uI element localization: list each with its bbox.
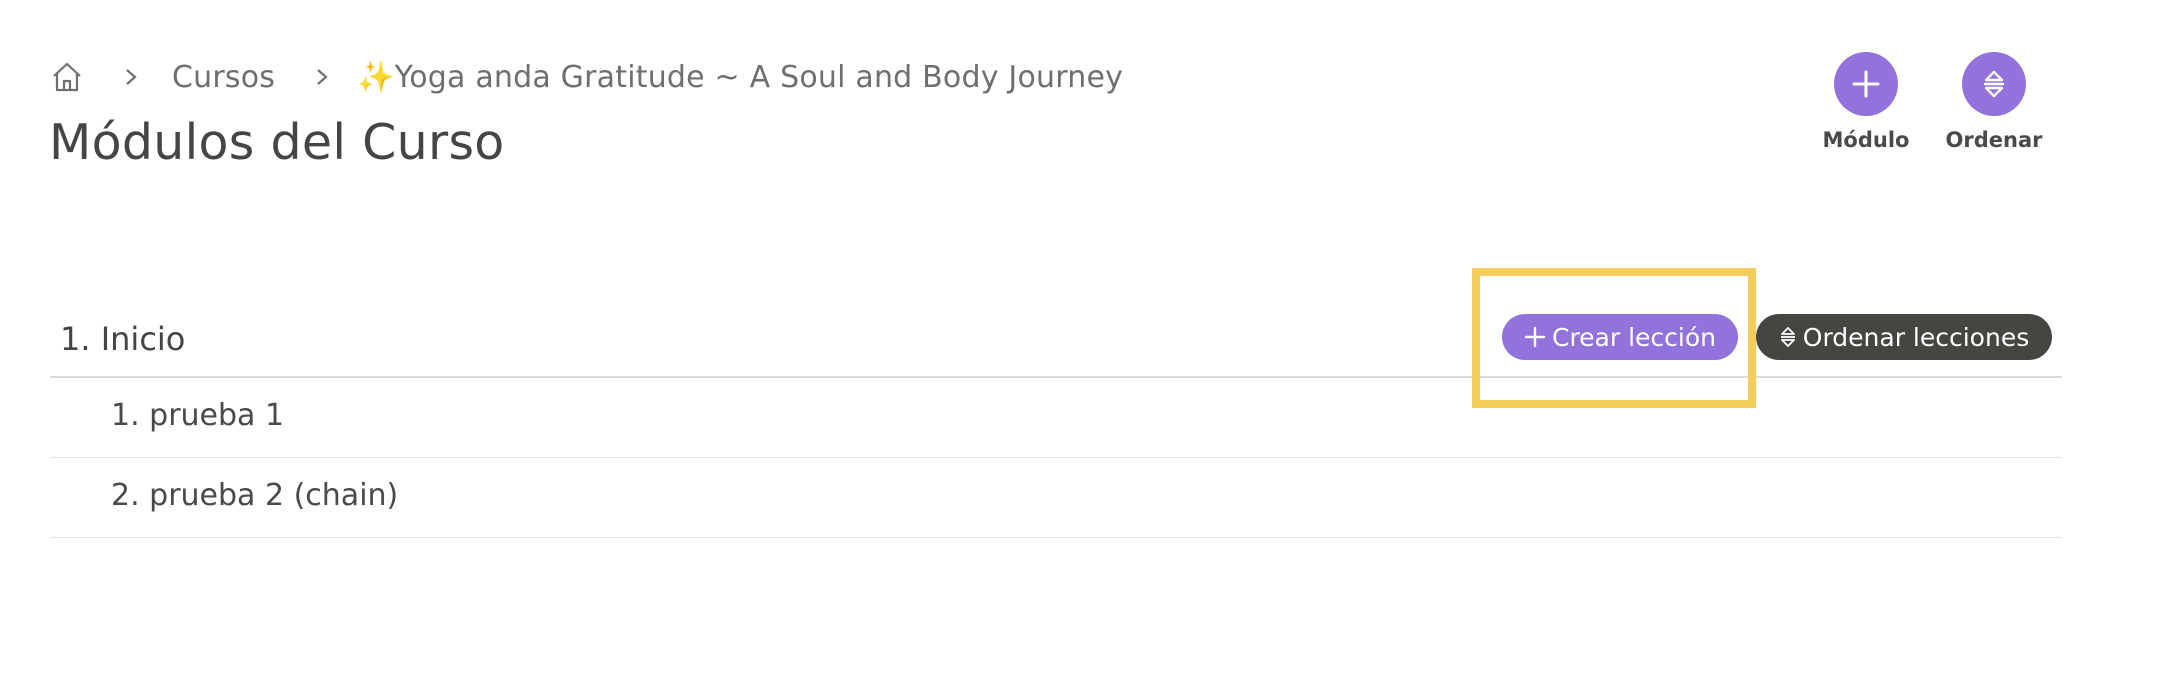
breadcrumb-item-course[interactable]: ✨Yoga anda Gratitude ~ A Soul and Body J… [357,60,1123,95]
chevron-right-icon [114,67,148,87]
breadcrumb: Cursos ✨Yoga anda Gratitude ~ A Soul and… [50,56,1123,98]
page-title: Módulos del Curso [49,114,505,171]
create-lesson-button[interactable]: Crear lección [1502,314,1738,360]
module-title[interactable]: 1. Inicio [60,320,185,358]
module-header: 1. Inicio Crear lección Ordenar leccione… [50,312,2062,378]
chevron-right-icon [305,67,339,87]
add-module-label: Módulo [1822,128,1910,152]
add-module-button[interactable]: Módulo [1811,52,1921,152]
home-icon[interactable] [50,60,84,94]
breadcrumb-item-courses[interactable]: Cursos [172,60,275,95]
lesson-title[interactable]: 2. prueba 2 (chain) [111,478,398,513]
order-lessons-label: Ordenar lecciones [1802,322,2030,352]
lesson-item[interactable]: 1. prueba 1 [50,378,2062,458]
sort-icon[interactable] [1962,52,2026,116]
plus-icon [1524,326,1546,348]
order-lessons-button[interactable]: Ordenar lecciones [1756,314,2052,360]
lesson-item[interactable]: 2. prueba 2 (chain) [50,458,2062,538]
plus-icon[interactable] [1834,52,1898,116]
lesson-title[interactable]: 1. prueba 1 [111,398,284,433]
page: Cursos ✨Yoga anda Gratitude ~ A Soul and… [0,0,2182,674]
sort-icon [1779,325,1797,349]
order-modules-button[interactable]: Ordenar [1939,52,2049,152]
order-modules-label: Ordenar [1945,128,2043,152]
create-lesson-label: Crear lección [1551,322,1716,352]
